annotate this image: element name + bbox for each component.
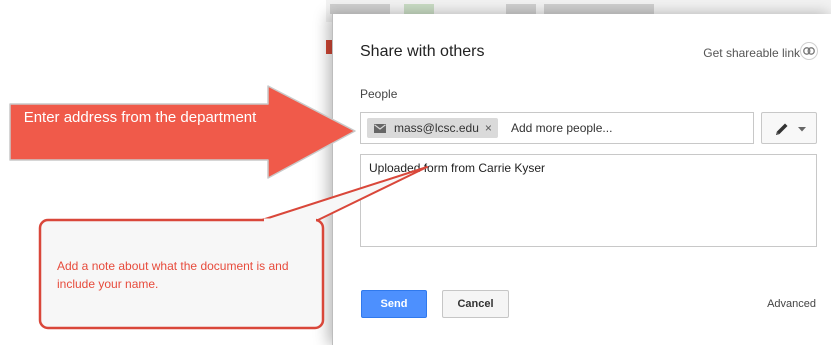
callout-pointer — [261, 166, 428, 221]
annotation-layer — [9, 85, 428, 330]
arrow-annotation-text: Enter address from the department — [23, 109, 257, 126]
callout-annotation-text: Add a note about what the document is an… — [57, 259, 289, 291]
annotation-arrow — [9, 85, 356, 179]
